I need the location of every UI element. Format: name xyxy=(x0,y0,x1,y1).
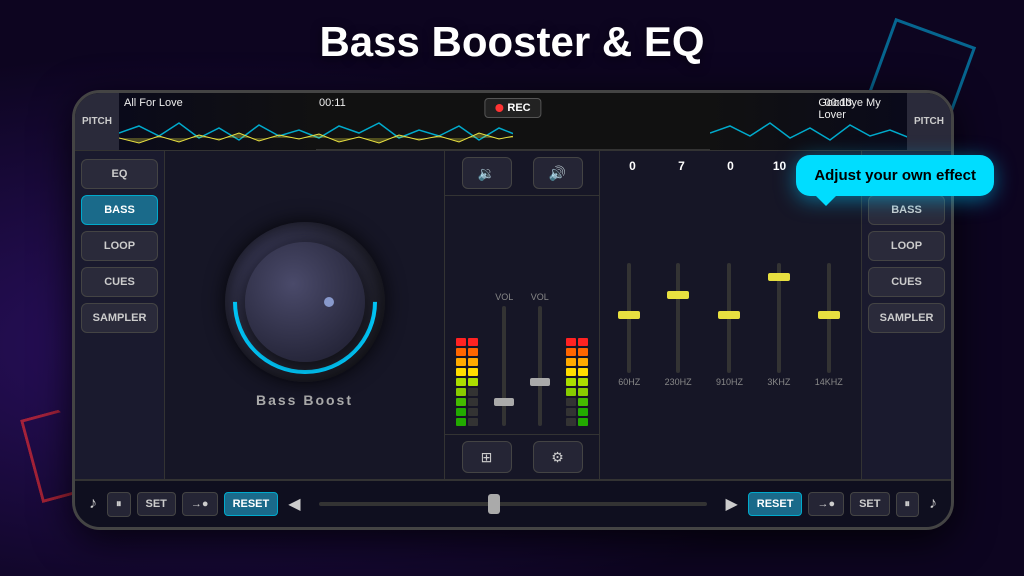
eq-val-2: 0 xyxy=(711,159,751,173)
knob-outer xyxy=(225,222,385,382)
eq-fader-230hz[interactable]: 230HZ xyxy=(665,263,692,387)
loop-button-left[interactable]: LOOP xyxy=(81,231,158,261)
pitch-button-left[interactable]: PITCH xyxy=(75,92,119,150)
prev-icon[interactable]: ◀ xyxy=(284,490,304,518)
eq-track-910hz xyxy=(727,263,731,373)
eq-handle-910hz xyxy=(718,311,740,319)
cues-button-left[interactable]: CUES xyxy=(81,267,158,297)
tooltip-text: Adjust your own effect xyxy=(814,167,976,184)
mixer-area: 🔉 🔊 xyxy=(445,151,600,479)
mixer-bottom: ⊞ ⚙ xyxy=(445,434,599,479)
tooltip-bubble: Adjust your own effect xyxy=(796,155,994,196)
cues-button-right[interactable]: CUES xyxy=(868,267,945,297)
bass-button-left[interactable]: BASS xyxy=(81,195,158,225)
mixer-faders: VOL VOL xyxy=(445,196,599,434)
center-area: Bass Boost xyxy=(165,151,445,479)
reset-button-left[interactable]: RESET xyxy=(224,492,279,516)
music-icon-right[interactable]: ♪ xyxy=(925,491,941,517)
fader-track-left xyxy=(502,306,506,426)
knob-inner xyxy=(245,242,365,362)
waveform-bar: PITCH All For Love 00:11 REC Goodbye My … xyxy=(75,93,951,151)
pause-button-right[interactable]: ⏸ xyxy=(896,492,920,517)
fader-handle-left xyxy=(494,398,514,406)
vol-fader-left[interactable]: VOL xyxy=(495,292,513,426)
eq-handle-60hz xyxy=(618,311,640,319)
page-title: Bass Booster & EQ xyxy=(0,18,1024,66)
vu-meter-left xyxy=(456,296,478,426)
reset-button-right[interactable]: RESET xyxy=(748,492,803,516)
eq-handle-230hz xyxy=(667,291,689,299)
vol-label-left: VOL xyxy=(495,292,513,302)
mixer-top: 🔉 🔊 xyxy=(445,151,599,196)
vu-meter-right xyxy=(566,296,588,426)
eq-freq-60hz: 60HZ xyxy=(618,377,640,387)
eq-handle-14khz xyxy=(818,311,840,319)
fader-handle-right xyxy=(530,378,550,386)
speaker-left-btn[interactable]: 🔉 xyxy=(462,157,512,189)
right-panel: EQ BASS LOOP CUES SAMPLER xyxy=(861,151,951,479)
eq-fader-910hz[interactable]: 910HZ xyxy=(716,263,743,387)
knob-indicator xyxy=(324,297,334,307)
eq-val-3: 10 xyxy=(760,159,800,173)
track-name-left: All For Love xyxy=(124,97,183,109)
eq-val-1: 7 xyxy=(662,159,702,173)
slider-thumb xyxy=(488,494,500,514)
eq-fader-3khz[interactable]: 3KHZ xyxy=(767,263,790,387)
grid-icon-btn[interactable]: ⊞ xyxy=(462,441,512,473)
waveform-left: All For Love 00:11 xyxy=(119,92,513,150)
eq-faders: 60HZ 230HZ 910HZ xyxy=(608,179,853,471)
track-time-right: 00:13 xyxy=(824,97,852,109)
track-time-left: 00:11 xyxy=(319,97,346,109)
left-panel: EQ BASS LOOP CUES SAMPLER xyxy=(75,151,165,479)
waveform-right: Goodbye My Lover 00:13 xyxy=(513,92,907,150)
speaker-right-btn[interactable]: 🔊 xyxy=(533,157,583,189)
transport-bar: ♪ ⏸ SET →● RESET ◀ ▶ RESET →● SET ⏸ ♪ xyxy=(75,479,951,527)
sampler-button-right[interactable]: SAMPLER xyxy=(868,303,945,333)
pause-button-left[interactable]: ⏸ xyxy=(107,492,131,517)
next-icon[interactable]: ▶ xyxy=(721,490,741,518)
music-icon-left[interactable]: ♪ xyxy=(85,491,101,517)
loop-button-right[interactable]: LOOP xyxy=(868,231,945,261)
eq-track-230hz xyxy=(676,263,680,373)
set-button-right[interactable]: SET xyxy=(850,492,889,516)
pitch-button-right[interactable]: PITCH xyxy=(907,92,951,150)
eq-val-0: 0 xyxy=(613,159,653,173)
knob-label: Bass Boost xyxy=(256,392,353,408)
fader-track-right xyxy=(538,306,542,426)
bass-knob[interactable] xyxy=(225,222,385,382)
arrow-rec-button-right[interactable]: →● xyxy=(808,492,844,516)
rec-dot xyxy=(495,104,503,112)
set-button-left[interactable]: SET xyxy=(137,492,176,516)
vol-label-right: VOL xyxy=(531,292,549,302)
eq-button-left[interactable]: EQ xyxy=(81,159,158,189)
transport-slider[interactable] xyxy=(319,502,708,506)
eq-freq-910hz: 910HZ xyxy=(716,377,743,387)
eq-track-14khz xyxy=(827,263,831,373)
eq-handle-3khz xyxy=(768,273,790,281)
vol-fader-right[interactable]: VOL xyxy=(531,292,549,426)
gear-icon-btn[interactable]: ⚙ xyxy=(533,441,583,473)
eq-freq-14khz: 14KHZ xyxy=(815,377,843,387)
eq-track-3khz xyxy=(777,263,781,373)
eq-fader-60hz[interactable]: 60HZ xyxy=(618,263,640,387)
arrow-rec-button-left[interactable]: →● xyxy=(182,492,218,516)
eq-freq-3khz: 3KHZ xyxy=(767,377,790,387)
eq-track-60hz xyxy=(627,263,631,373)
sampler-button-left[interactable]: SAMPLER xyxy=(81,303,158,333)
eq-freq-230hz: 230HZ xyxy=(665,377,692,387)
eq-fader-14khz[interactable]: 14KHZ xyxy=(815,263,843,387)
bass-button-right[interactable]: BASS xyxy=(868,195,945,225)
